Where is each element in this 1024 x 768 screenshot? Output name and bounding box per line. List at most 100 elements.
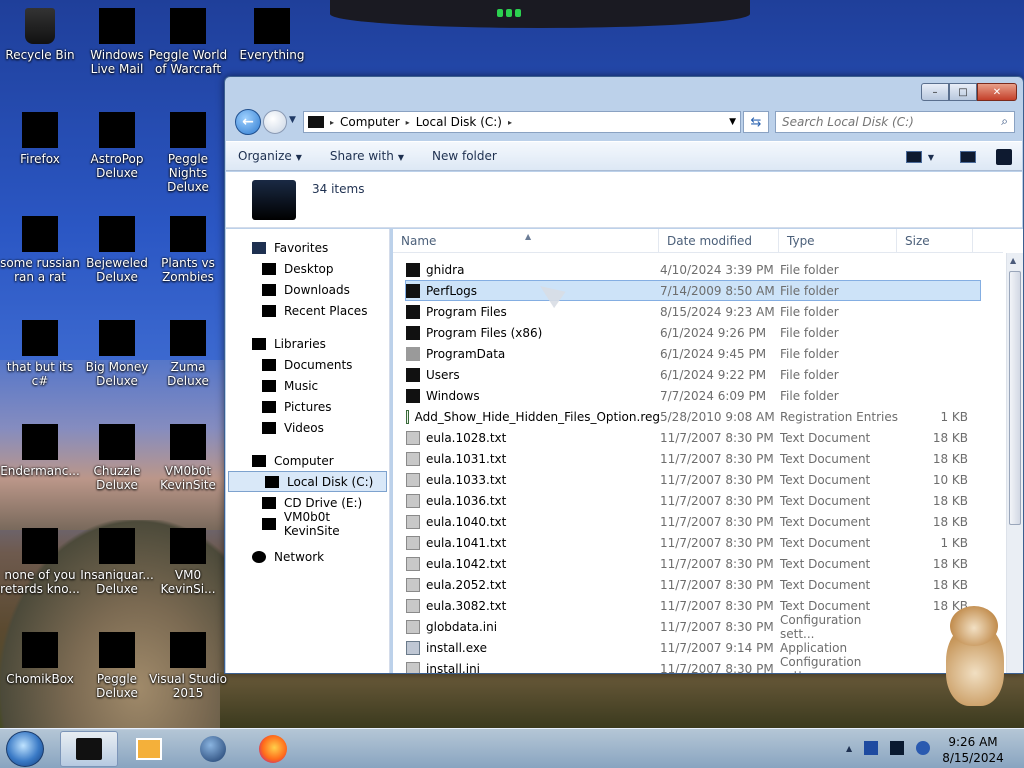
back-button[interactable]: ← — [235, 109, 261, 135]
search-icon[interactable]: ⌕ — [1001, 114, 1008, 129]
help-icon[interactable] — [996, 149, 1012, 165]
nav-favorites[interactable]: Favorites — [226, 237, 389, 258]
text-file-icon — [406, 535, 420, 550]
nav-desktop[interactable]: Desktop — [226, 258, 389, 279]
nav-documents[interactable]: Documents — [226, 354, 389, 375]
system-clock[interactable]: 9:26 AM 8/15/2024 — [938, 734, 1008, 766]
column-header-name[interactable]: Name ▲ — [393, 229, 659, 252]
explorer-window[interactable]: – □ ✕ ← ▼ ▸ Computer ▸ Local Disk (C:) ▸… — [224, 76, 1024, 674]
desktop-icon-item[interactable]: none of you retards kno... — [0, 528, 80, 596]
nav-pictures[interactable]: Pictures — [226, 396, 389, 417]
minimize-button[interactable]: – — [921, 83, 949, 101]
recent-pages-dropdown[interactable]: ▼ — [289, 115, 296, 125]
breadcrumb-computer[interactable]: Computer — [340, 115, 400, 129]
desktop-icon-item[interactable]: Big Money Deluxe — [77, 320, 157, 388]
desktop-icon-item[interactable]: Chuzzle Deluxe — [77, 424, 157, 492]
taskbar-globe-app[interactable] — [184, 731, 242, 767]
file-row[interactable]: eula.1031.txt 11/7/2007 8:30 PM Text Docum… — [405, 448, 981, 469]
breadcrumb-local-disk[interactable]: Local Disk (C:) — [416, 115, 502, 129]
organize-button[interactable]: Organize ▼ — [238, 149, 302, 163]
desktop-icon-item[interactable]: that but its c# — [0, 320, 80, 388]
file-row[interactable]: install.ini 11/7/2007 8:30 PM Configuratio… — [405, 655, 981, 674]
search-box[interactable]: ⌕ — [775, 111, 1015, 133]
share-with-button[interactable]: Share with ▼ — [330, 149, 404, 163]
new-folder-button[interactable]: New folder — [432, 149, 497, 163]
scroll-up-icon[interactable]: ▲ — [1010, 256, 1016, 265]
address-dropdown-icon[interactable]: ▼ — [729, 117, 736, 127]
desktop-icon-item[interactable]: ChomikBox — [0, 632, 80, 686]
volume-icon[interactable] — [916, 741, 931, 755]
taskbar-media-player[interactable] — [120, 731, 178, 767]
file-row[interactable]: eula.1036.txt 11/7/2007 8:30 PM Text Docum… — [405, 490, 981, 511]
tray-app-icon[interactable] — [864, 741, 879, 755]
file-name: eula.3082.txt — [426, 598, 507, 613]
desktop-icon-item[interactable]: Peggle Nights Deluxe — [148, 112, 228, 194]
breadcrumb-separator[interactable]: ▸ — [330, 118, 334, 127]
desktop-icon-item[interactable]: Zuma Deluxe — [148, 320, 228, 388]
nav-music[interactable]: Music — [226, 375, 389, 396]
maximize-button[interactable]: □ — [949, 83, 977, 101]
nav-recent-places[interactable]: Recent Places — [226, 300, 389, 321]
refresh-button[interactable]: ⇆ — [743, 111, 769, 133]
nav-computer[interactable]: Computer — [226, 450, 389, 471]
column-header-size[interactable]: Size — [897, 229, 973, 252]
desktop-icon-item[interactable]: Peggle Deluxe — [77, 632, 157, 700]
file-row[interactable]: PerfLogs 7/14/2009 8:50 AM File folder — [405, 280, 981, 301]
file-name: install.ini — [426, 661, 481, 674]
file-row[interactable]: eula.1042.txt 11/7/2007 8:30 PM Text Docum… — [405, 553, 981, 574]
desktop-icon-item[interactable]: Windows Live Mail — [77, 8, 157, 76]
search-input[interactable] — [776, 112, 986, 132]
column-header-type[interactable]: Type — [779, 229, 897, 252]
desktop-icon-item[interactable]: Bejeweled Deluxe — [77, 216, 157, 284]
file-row[interactable]: Windows 7/7/2024 6:09 PM File folder — [405, 385, 981, 406]
nav-network[interactable]: Network — [226, 546, 389, 567]
nav-local-disk[interactable]: Local Disk (C:) — [228, 471, 387, 492]
show-hidden-icons-arrow[interactable]: ▲ — [846, 744, 852, 753]
file-row[interactable]: Add_Show_Hide_Hidden_Files_Option.reg 5/2… — [405, 406, 981, 427]
file-name: eula.1031.txt — [426, 451, 507, 466]
file-row[interactable]: ghidra 4/10/2024 3:39 PM File folder — [405, 259, 981, 280]
desktop-icon-item[interactable]: VM0 KevinSi... — [148, 528, 228, 596]
desktop-icon-item[interactable]: Everything — [232, 8, 312, 62]
address-bar[interactable]: ▸ Computer ▸ Local Disk (C:) ▸ ▼ — [303, 111, 741, 133]
desktop-icon-item[interactable]: Plants vs Zombies — [148, 216, 228, 284]
forward-button[interactable] — [263, 110, 287, 134]
view-options-chevron-icon[interactable]: ▼ — [928, 153, 934, 162]
desktop-icon-item[interactable]: Endermanc... — [0, 424, 80, 478]
desktop-icon-item[interactable]: Recycle Bin — [0, 8, 80, 62]
desktop-icon-label: ChomikBox — [6, 672, 74, 686]
change-view-icon[interactable] — [905, 151, 922, 163]
file-row[interactable]: eula.1041.txt 11/7/2007 8:30 PM Text Docum… — [405, 532, 981, 553]
nav-downloads[interactable]: Downloads — [226, 279, 389, 300]
desktop-icon-item[interactable]: Visual Studio 2015 — [148, 632, 228, 700]
file-row[interactable]: globdata.ini 11/7/2007 8:30 PM Configurati… — [405, 613, 981, 641]
breadcrumb-separator[interactable]: ▸ — [406, 118, 410, 127]
scrollbar-thumb[interactable] — [1009, 271, 1021, 525]
nav-videos[interactable]: Videos — [226, 417, 389, 438]
file-row[interactable]: eula.2052.txt 11/7/2007 8:30 PM Text Docum… — [405, 574, 981, 595]
file-row[interactable]: eula.1033.txt 11/7/2007 8:30 PM Text Docum… — [405, 469, 981, 490]
file-row[interactable]: Program Files 8/15/2024 9:23 AM File folde… — [405, 301, 981, 322]
start-button[interactable] — [6, 731, 44, 767]
taskbar-explorer[interactable] — [60, 731, 118, 767]
preview-pane-icon[interactable] — [960, 151, 976, 163]
file-row[interactable]: Users 6/1/2024 9:22 PM File folder — [405, 364, 981, 385]
desktop-icon-item[interactable]: VM0b0t KevinSite — [148, 424, 228, 492]
network-status-icon[interactable] — [890, 741, 905, 755]
nav-libraries[interactable]: Libraries — [226, 333, 389, 354]
desktop-icon-item[interactable]: Firefox — [0, 112, 80, 166]
file-row[interactable]: Program Files (x86) 6/1/2024 9:26 PM File … — [405, 322, 981, 343]
desktop-icon-item[interactable]: some russian ran a rat — [0, 216, 80, 284]
desktop-icon-item[interactable]: Peggle World of Warcraft — [148, 8, 228, 76]
desktop-icon-item[interactable]: Insaniquar... Deluxe — [77, 528, 157, 596]
desktop-icon-item[interactable]: AstroPop Deluxe — [77, 112, 157, 180]
file-row[interactable]: eula.1028.txt 11/7/2007 8:30 PM Text Docum… — [405, 427, 981, 448]
taskbar-firefox[interactable] — [244, 731, 302, 767]
file-date-cell: 11/7/2007 8:30 PM — [660, 514, 774, 529]
nav-network-drive[interactable]: VM0b0t KevinSite — [226, 510, 389, 538]
breadcrumb-separator[interactable]: ▸ — [508, 118, 512, 127]
file-row[interactable]: ProgramData 6/1/2024 9:45 PM File folder — [405, 343, 981, 364]
column-header-date-modified[interactable]: Date modified — [659, 229, 779, 252]
file-row[interactable]: eula.1040.txt 11/7/2007 8:30 PM Text Docum… — [405, 511, 981, 532]
close-button[interactable]: ✕ — [977, 83, 1017, 101]
